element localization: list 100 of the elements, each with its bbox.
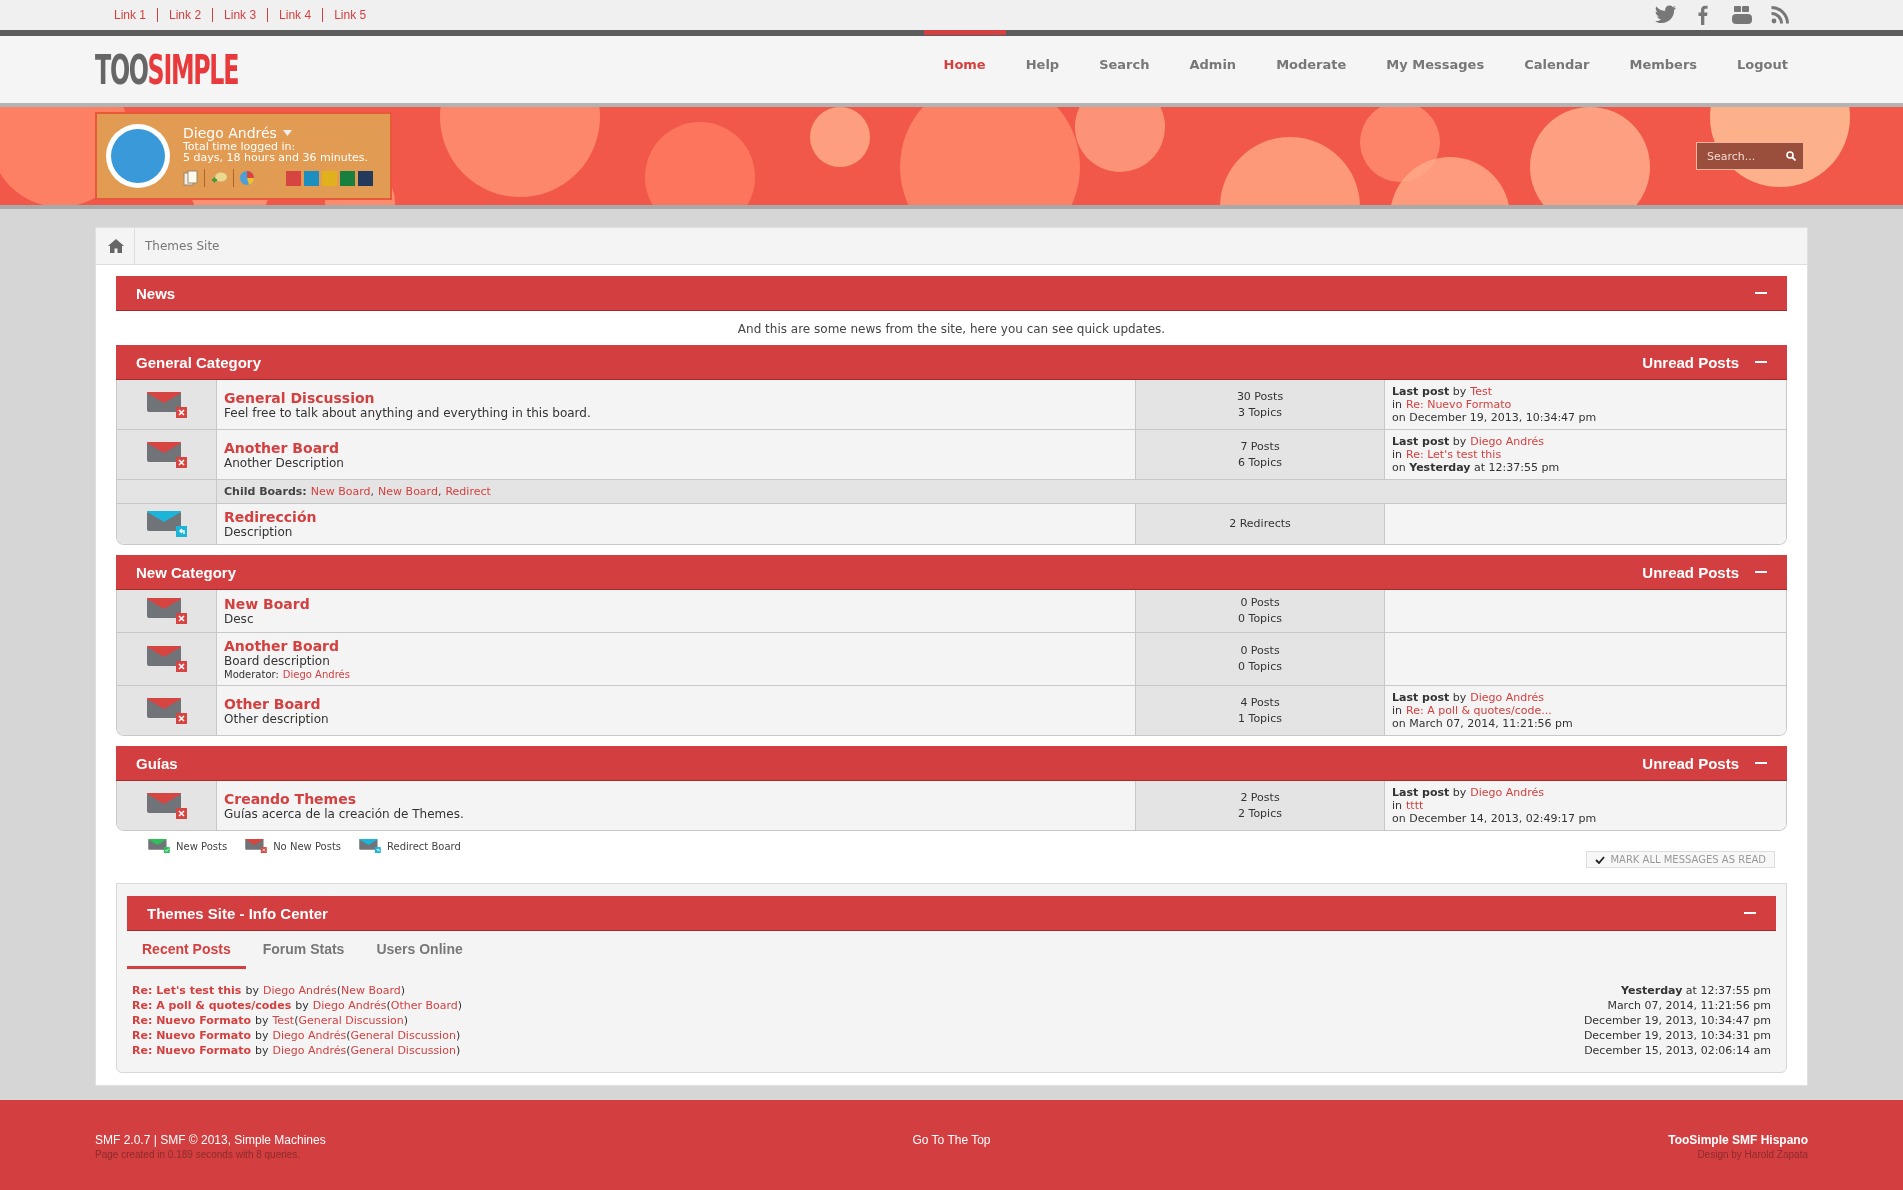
board-title-link[interactable]: Creando Themes — [224, 790, 357, 807]
topic-link[interactable]: tttt — [1406, 799, 1424, 812]
nav-tab[interactable]: Logout — [1717, 30, 1808, 103]
board-link[interactable]: Other Board — [390, 998, 458, 1013]
board-stat: 0 Posts — [1240, 595, 1280, 611]
tab[interactable]: Forum Stats — [247, 933, 360, 969]
child-board-link[interactable]: New Board — [378, 485, 438, 498]
copyright-text: SMF 2.0.7 | SMF © 2013, Simple Machines — [95, 1133, 327, 1147]
nav-tab[interactable]: Admin — [1169, 30, 1257, 103]
color-swatch[interactable] — [322, 170, 337, 186]
mark-read-button[interactable]: MARK ALL MESSAGES AS READ — [1586, 851, 1775, 868]
section-title: General Category — [136, 353, 262, 371]
site-logo[interactable]: TOOSIMPLE — [95, 49, 239, 90]
by-label: by — [254, 1013, 269, 1028]
envelope-icon — [146, 598, 187, 624]
author-link[interactable]: Diego Andrés — [1470, 435, 1545, 448]
top-link[interactable]: Link 4 — [267, 8, 323, 22]
board-description: Desc — [224, 612, 255, 626]
board-stat: 0 Topics — [1238, 659, 1282, 675]
board-title-link[interactable]: Another Board — [224, 638, 339, 654]
nav-tab[interactable]: Members — [1609, 30, 1718, 103]
youtube-icon[interactable] — [1730, 3, 1754, 27]
author-link[interactable]: Diego Andrés — [1470, 691, 1545, 704]
post-subject-link[interactable]: Re: A poll & quotes/codes — [132, 998, 292, 1013]
board-link[interactable]: New Board — [340, 983, 401, 998]
topic-link[interactable]: Re: Nuevo Formato — [1406, 398, 1512, 411]
nav-tab[interactable]: Help — [1005, 30, 1080, 103]
color-swatch[interactable] — [358, 170, 373, 186]
post-time: March 07, 2014, 11:21:56 pm — [1607, 998, 1771, 1013]
tab[interactable]: Recent Posts — [127, 933, 246, 969]
board-link[interactable]: General Discussion — [350, 1043, 456, 1058]
nav-tab[interactable]: My Messages — [1366, 30, 1505, 103]
board-stat: 2 Redirects — [1229, 516, 1291, 532]
board-title-link[interactable]: Another Board — [224, 439, 339, 456]
post-subject-link[interactable]: Re: Nuevo Formato — [132, 1028, 251, 1043]
legend-label: No New Posts — [273, 840, 342, 852]
board-stat: 1 Topics — [1238, 710, 1282, 727]
color-swatch[interactable] — [340, 170, 355, 186]
breadcrumb-link[interactable]: Themes Site — [145, 239, 220, 253]
board-title-link[interactable]: Redirección — [224, 509, 317, 525]
post-subject-link[interactable]: Re: Nuevo Formato — [132, 1013, 251, 1028]
author-link[interactable]: Diego Andrés — [312, 998, 387, 1013]
last-post-time: on December 14, 2013, 02:49:17 pm — [1392, 812, 1598, 825]
home-icon[interactable] — [108, 239, 124, 253]
board-description: Feel free to talk about anything and everything in this board. — [224, 405, 592, 420]
child-board-link[interactable]: New Board — [310, 485, 371, 498]
tab[interactable]: Users Online — [361, 933, 478, 969]
post-subject-link[interactable]: Re: Let's test this — [132, 983, 242, 998]
parenthesis: ) — [455, 1028, 461, 1043]
nav-tab[interactable]: Calendar — [1504, 30, 1610, 103]
board-title-link[interactable]: Other Board — [224, 695, 321, 712]
search-field[interactable]: Search... — [1696, 142, 1804, 170]
pages-icon[interactable] — [183, 170, 199, 186]
board-description: Board description — [224, 654, 331, 668]
unread-posts-link[interactable]: Unread Posts — [1642, 563, 1739, 581]
topic-link[interactable]: Re: Let's test this — [1406, 448, 1502, 461]
topic-link[interactable]: Re: A poll & quotes/code... — [1406, 704, 1552, 717]
go-top-link[interactable]: Go To The Top — [912, 1133, 991, 1147]
nav-tab[interactable]: Search — [1079, 30, 1170, 103]
envelope-icon — [146, 792, 187, 819]
legend-label: Redirect Board — [387, 840, 461, 852]
board-link[interactable]: General Discussion — [298, 1013, 404, 1028]
caret-icon — [282, 130, 292, 136]
parenthesis: ) — [403, 1013, 409, 1028]
pie-chart-icon[interactable] — [239, 170, 255, 186]
author-link[interactable]: Test — [272, 1013, 295, 1028]
author-link[interactable]: Test — [1470, 385, 1492, 398]
parenthesis: ( — [336, 983, 341, 998]
author-link[interactable]: Diego Andrés — [262, 983, 337, 998]
color-swatch[interactable] — [286, 170, 301, 186]
top-link[interactable]: Link 2 — [157, 8, 213, 22]
parenthesis: ( — [346, 1028, 351, 1043]
color-swatch[interactable] — [304, 170, 319, 186]
author-link[interactable]: Diego Andrés — [272, 1043, 347, 1058]
nav-tab[interactable]: Moderate — [1256, 30, 1367, 103]
top-link[interactable]: Link 1 — [103, 8, 158, 22]
section-title: New Category — [136, 563, 237, 581]
top-link[interactable]: Link 3 — [212, 8, 268, 22]
board-link[interactable]: General Discussion — [350, 1028, 456, 1043]
unread-posts-link[interactable]: Unread Posts — [1642, 754, 1739, 772]
user-name[interactable]: Diego Andrés — [183, 125, 277, 141]
envelope-icon — [359, 839, 382, 853]
chat-icon[interactable] — [210, 170, 228, 186]
post-time: December 19, 2013, 10:34:31 pm — [1583, 1028, 1771, 1043]
post-subject-link[interactable]: Re: Nuevo Formato — [132, 1043, 251, 1058]
author-link[interactable]: Diego Andrés — [1470, 786, 1545, 799]
envelope-icon — [245, 839, 268, 853]
designer-text: Design by Harold Zapata — [1696, 1149, 1808, 1160]
author-link[interactable]: Diego Andrés — [272, 1028, 347, 1043]
board-title-link[interactable]: General Discussion — [224, 389, 375, 406]
unread-posts-link[interactable]: Unread Posts — [1642, 353, 1739, 371]
moderator-link[interactable]: Diego Andrés — [282, 669, 350, 680]
child-board-link[interactable]: Redirect — [445, 485, 491, 498]
check-icon — [1595, 855, 1606, 864]
board-stat: 3 Topics — [1238, 404, 1282, 421]
top-link[interactable]: Link 5 — [322, 8, 378, 22]
theme-name: TooSimple SMF Hispano — [1667, 1133, 1808, 1147]
board-description: Description — [224, 525, 294, 539]
board-title-link[interactable]: New Board — [224, 596, 310, 612]
board-stat: 2 Posts — [1240, 789, 1280, 806]
